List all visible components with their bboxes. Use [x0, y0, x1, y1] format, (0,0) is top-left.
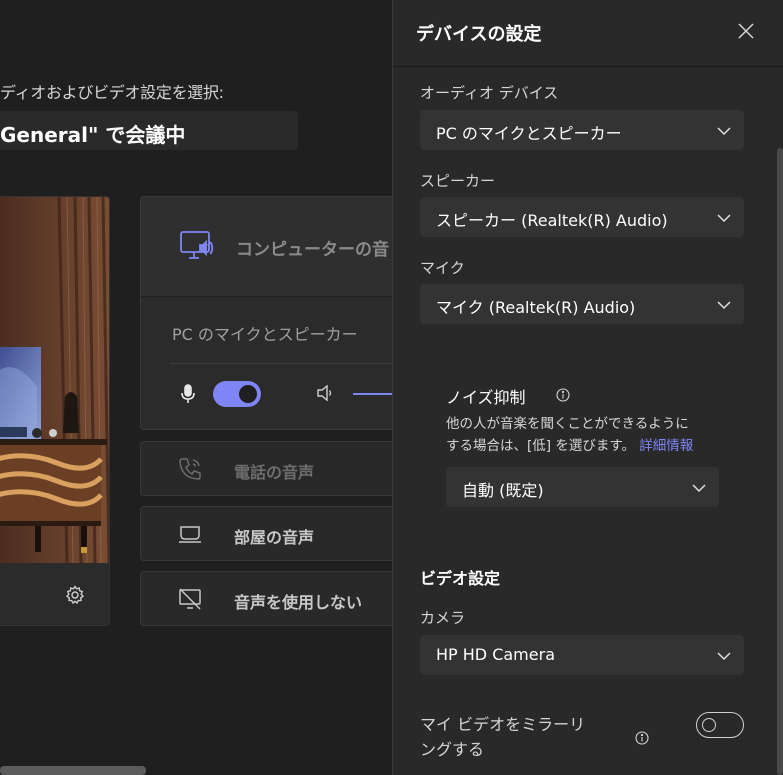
horizontal-scrollbar[interactable] [0, 766, 146, 775]
speaker-icon [315, 383, 335, 403]
audio-device-label: オーディオ デバイス [420, 84, 559, 102]
chevron-down-icon [691, 480, 707, 494]
mic-select[interactable]: マイク (Realtek(R) Audio) [420, 284, 744, 324]
room-audio-option[interactable]: 部屋の音声 [140, 506, 392, 561]
noise-desc-line2: する場合は、[低] を選びます。 詳細情報 [446, 435, 693, 457]
close-icon[interactable] [733, 18, 759, 44]
noise-desc-line1: 他の人が音楽を聞くことができるように [446, 416, 689, 432]
computer-audio-device: PC のマイクとスピーカー [172, 325, 358, 344]
computer-audio-label: コンピューターの音 [236, 240, 389, 260]
mic-value: マイク (Realtek(R) Audio) [436, 298, 636, 317]
mic-icon [180, 384, 196, 404]
speaker-select[interactable]: スピーカー (Realtek(R) Audio) [420, 197, 744, 237]
meeting-title-box: General" で会議中 [0, 111, 298, 150]
toggle-knob [702, 717, 716, 732]
mirror-video-label: マイ ビデオをミラーリ ングする [420, 712, 585, 762]
mirror-video-line1: マイ ビデオをミラーリ [420, 715, 586, 734]
audio-device-value: PC のマイクとスピーカー [436, 124, 622, 143]
camera-preview-image [0, 197, 109, 563]
chevron-down-icon [716, 210, 732, 224]
mirror-video-line2: ングする [420, 740, 485, 759]
phone-icon [177, 456, 203, 482]
chevron-down-icon [716, 648, 732, 662]
camera-select[interactable]: HP HD Camera [420, 635, 744, 675]
camera-value: HP HD Camera [436, 645, 555, 664]
computer-audio-panel[interactable]: コンピューターの音 PC のマイクとスピーカー [140, 196, 392, 430]
toggle-knob [239, 385, 257, 403]
video-preview-footer [0, 563, 109, 625]
computer-audio-header[interactable]: コンピューターの音 [141, 197, 392, 297]
room-icon [177, 521, 203, 547]
noise-suppression-select[interactable]: 自動 (既定) [446, 467, 719, 507]
info-icon[interactable] [635, 730, 649, 745]
gear-icon[interactable] [65, 585, 85, 605]
noise-desc-text: する場合は、[低] を選びます。 [446, 438, 635, 454]
speaker-label: スピーカー [420, 172, 496, 190]
phone-audio-label: 電話の音声 [234, 463, 315, 482]
no-audio-option[interactable]: 音声を使用しない [140, 571, 392, 626]
mic-toggle[interactable] [213, 381, 261, 407]
audio-device-select[interactable]: PC のマイクとスピーカー [420, 110, 744, 150]
learn-more-link[interactable]: 詳細情報 [639, 438, 693, 454]
pane-title: デバイスの設定 [416, 24, 542, 45]
phone-audio-option[interactable]: 電話の音声 [140, 441, 392, 496]
volume-slider[interactable] [353, 393, 392, 395]
no-audio-icon [177, 586, 203, 612]
device-settings-pane: デバイスの設定 オーディオ デバイス PC のマイクとスピーカー スピーカー ス… [392, 0, 783, 775]
room-audio-label: 部屋の音声 [234, 528, 315, 547]
meeting-title: General" で会議中 [0, 123, 186, 147]
computer-speaker-icon [179, 230, 215, 262]
prejoin-screen: ディオおよびビデオ設定を選択: General" で会議中 コンピューターの音 … [0, 0, 392, 775]
info-icon[interactable] [556, 387, 570, 402]
video-settings-title: ビデオ設定 [420, 569, 501, 588]
chevron-down-icon [716, 123, 732, 137]
no-audio-label: 音声を使用しない [234, 593, 363, 612]
video-preview-card [0, 196, 110, 626]
pane-header: デバイスの設定 [393, 0, 783, 67]
noise-suppression-value: 自動 (既定) [462, 481, 544, 500]
mirror-video-toggle[interactable] [696, 712, 744, 738]
chevron-down-icon [716, 297, 732, 311]
mic-label: マイク [420, 259, 465, 277]
noise-suppression-title: ノイズ抑制 [446, 388, 526, 407]
camera-label: カメラ [420, 609, 466, 627]
choose-settings-label: ディオおよびビデオ設定を選択: [0, 83, 224, 102]
divider [170, 363, 392, 364]
vertical-scrollbar[interactable] [777, 148, 783, 775]
speaker-value: スピーカー (Realtek(R) Audio) [436, 211, 668, 230]
